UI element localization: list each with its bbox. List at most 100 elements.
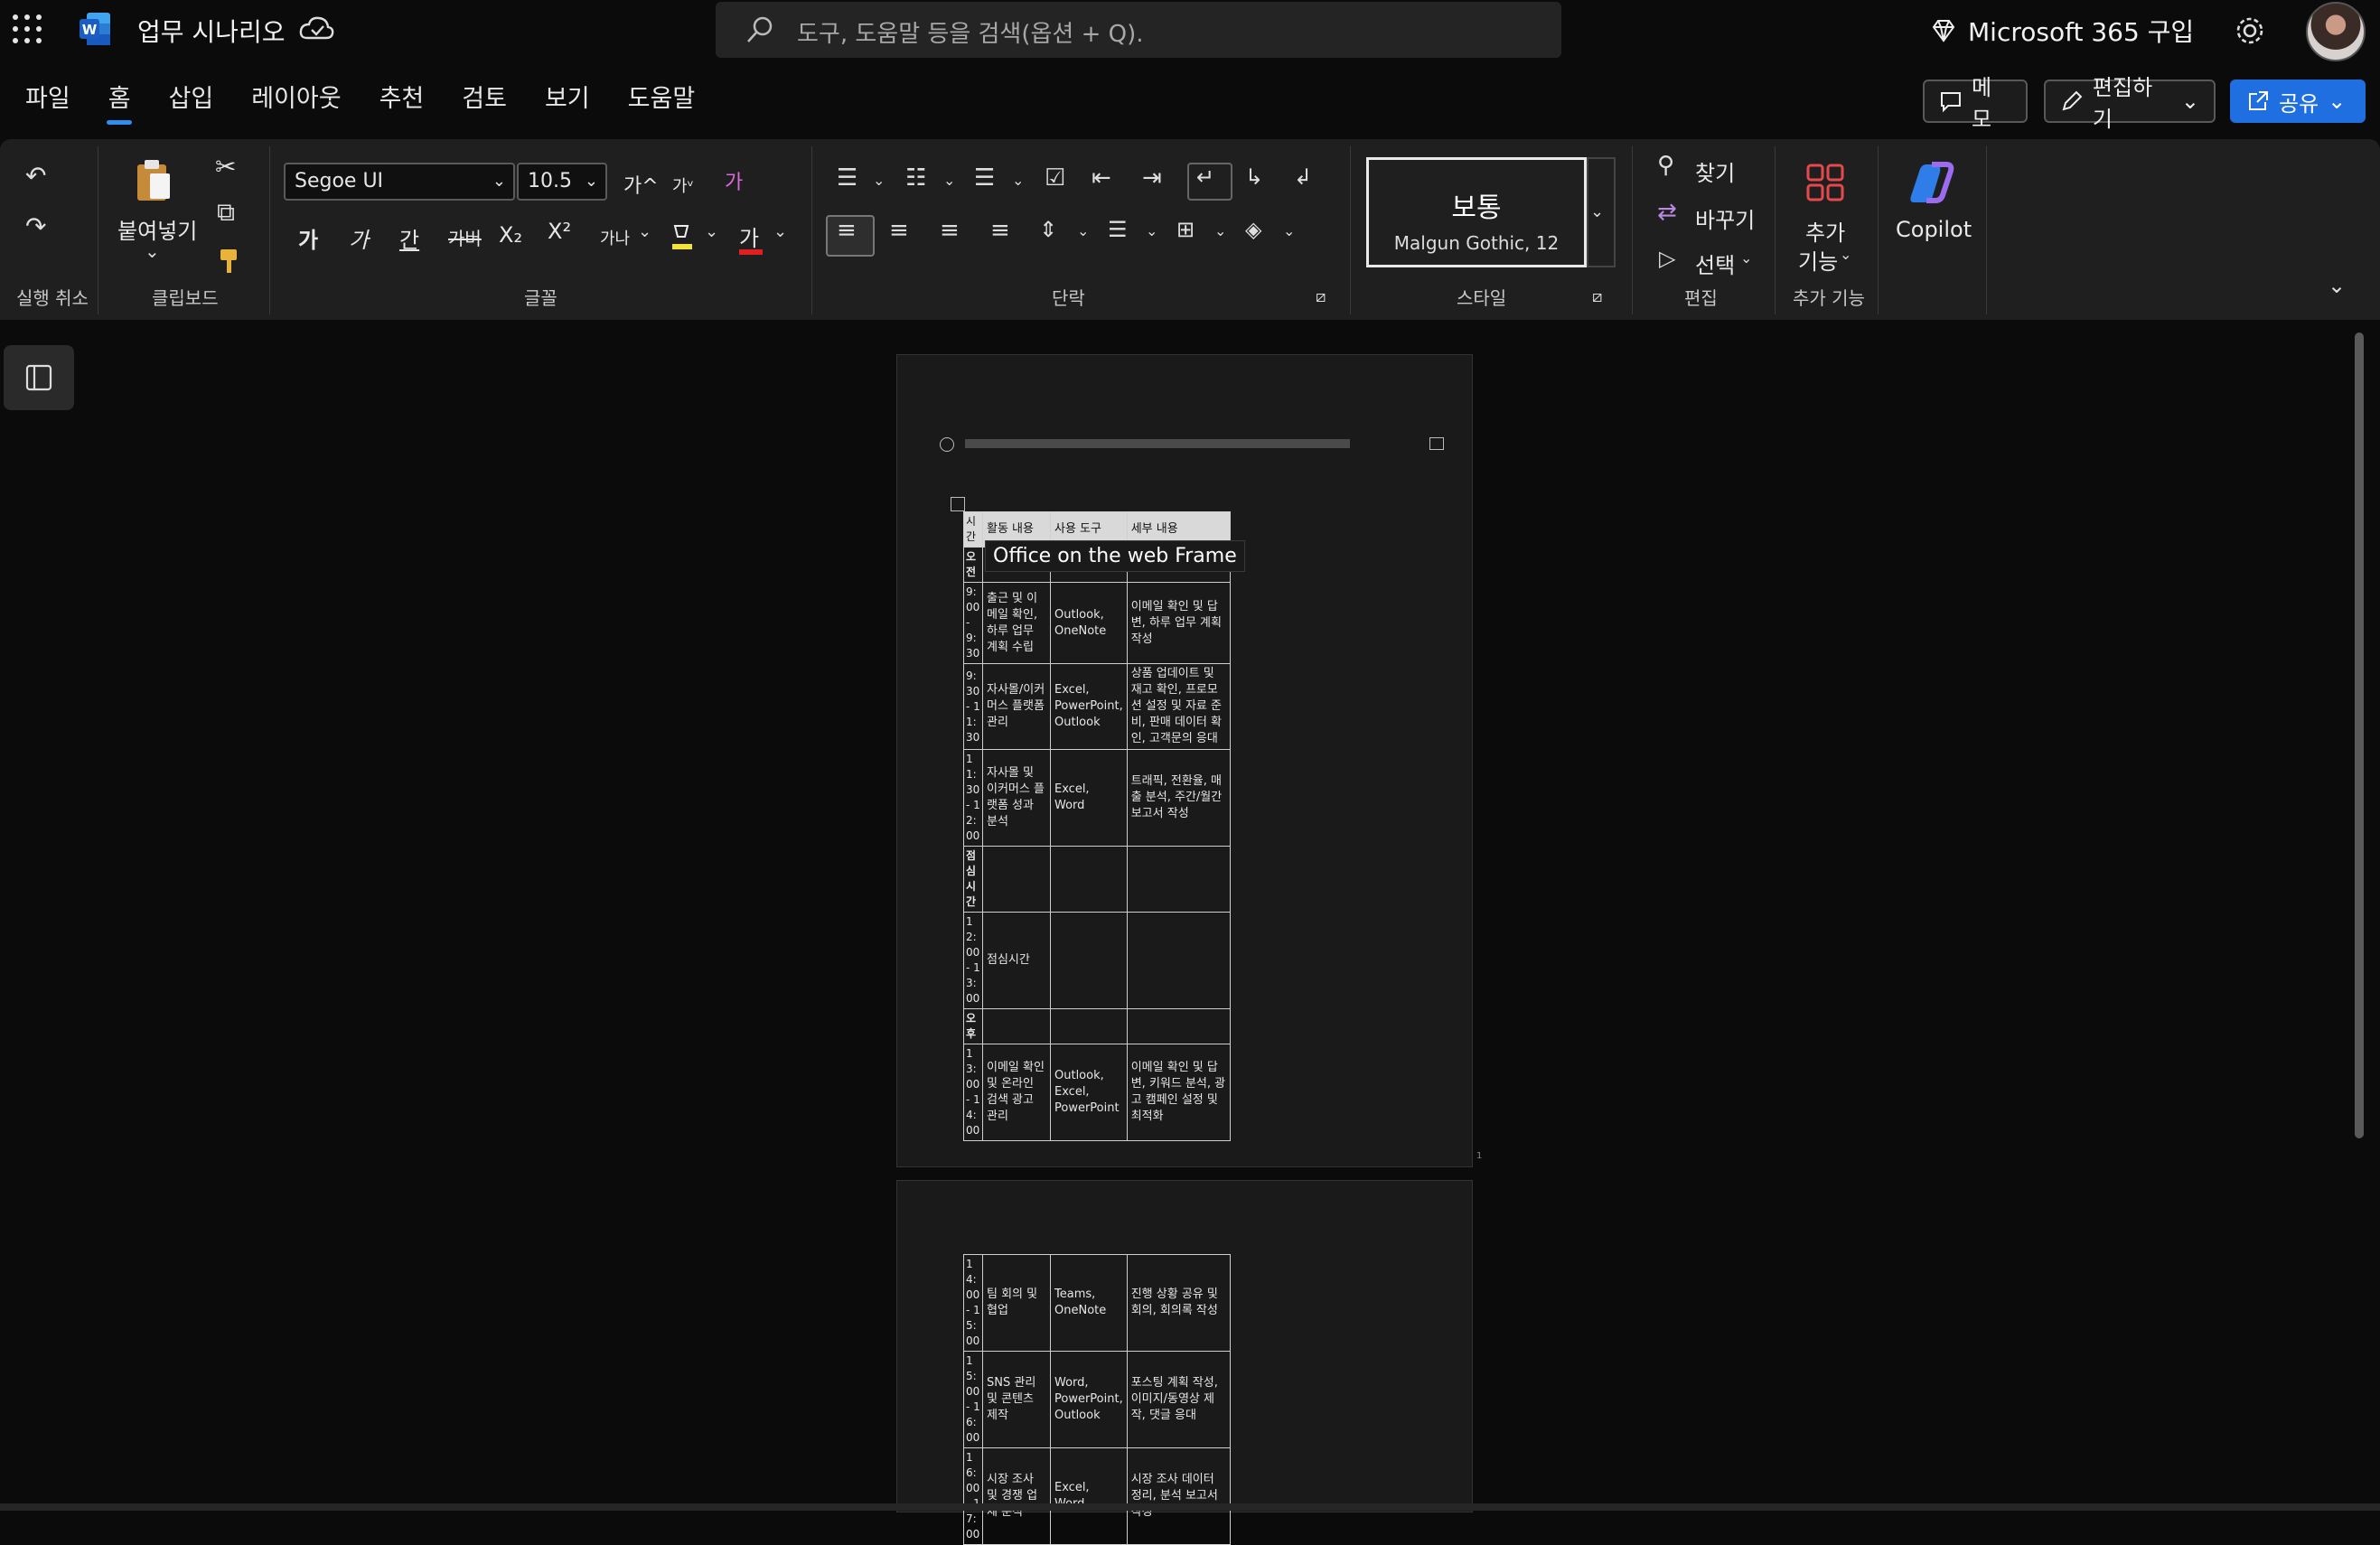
selected-intro-text[interactable] — [965, 439, 1350, 448]
find-icon[interactable]: ⚲ — [1657, 152, 1674, 179]
bold-icon[interactable]: 가 — [298, 222, 318, 254]
shading-icon[interactable]: ◈ — [1245, 217, 1261, 242]
tab-review[interactable]: 검토 — [449, 72, 520, 126]
show-marks-icon[interactable]: ↲ — [1294, 164, 1312, 190]
undo-icon[interactable]: ↶ — [25, 161, 46, 191]
cell-tools: Teams, OneNote — [1050, 1254, 1128, 1352]
italic-icon[interactable]: 가 — [349, 222, 369, 254]
rtl-icon[interactable]: ↳ — [1245, 164, 1263, 190]
superscript-icon[interactable]: X² — [548, 219, 571, 244]
styles-dialog-launcher-icon[interactable]: ⧄ — [1592, 287, 1602, 306]
cell-tools — [1050, 846, 1128, 913]
share-button[interactable]: 공유 ⌄ — [2230, 80, 2366, 123]
app-launcher-icon[interactable] — [13, 14, 43, 45]
document-title[interactable]: 업무 시나리오 — [137, 13, 285, 49]
replace-label[interactable]: 바꾸기 — [1695, 202, 1755, 234]
numbering-icon[interactable]: ☷ — [905, 164, 926, 192]
align-center-icon[interactable]: ≡ — [889, 217, 909, 244]
copilot-label[interactable]: Copilot — [1896, 217, 1972, 242]
highlight-icon[interactable] — [669, 222, 696, 253]
paragraph-spacing-icon[interactable]: ☰ — [1108, 217, 1128, 242]
tab-help[interactable]: 도움말 — [615, 72, 708, 126]
font-size-select[interactable]: 10.5 ⌄ — [517, 163, 607, 201]
borders-icon[interactable]: ⊞ — [1176, 217, 1195, 242]
chevron-down-icon[interactable]: ⌄ — [1283, 222, 1295, 239]
tab-file[interactable]: 파일 — [13, 72, 83, 126]
add-ins-icon[interactable] — [1805, 163, 1845, 202]
format-painter-icon[interactable] — [219, 248, 240, 275]
font-name-select[interactable]: Segoe UI ⌄ — [284, 163, 515, 201]
search-box[interactable]: 도구, 도움말 등을 검색(옵션 + Q). — [716, 2, 1561, 58]
line-spacing-icon[interactable]: ⇕ — [1039, 217, 1057, 242]
copy-icon[interactable]: ⧉ — [217, 197, 235, 228]
vertical-scrollbar[interactable] — [2355, 332, 2364, 1138]
tab-insert[interactable]: 삽입 — [156, 72, 227, 126]
paragraph-dialog-launcher-icon[interactable]: ⧄ — [1316, 287, 1326, 306]
redo-icon[interactable]: ↷ — [25, 211, 46, 241]
underline-icon[interactable]: 간 — [399, 222, 419, 254]
cut-icon[interactable]: ✂ — [215, 152, 236, 182]
table-move-handle-icon[interactable] — [951, 497, 965, 511]
shrink-font-icon[interactable]: 가ᵛ — [672, 173, 694, 197]
tab-view[interactable]: 보기 — [532, 72, 603, 126]
comment-button[interactable]: 메모 — [1923, 75, 2028, 132]
increase-indent-icon[interactable]: ⇥ — [1142, 164, 1162, 192]
copilot-icon[interactable] — [1907, 159, 1955, 206]
paragraph-options-icon[interactable] — [940, 437, 954, 452]
tab-recommend[interactable]: 추천 — [367, 72, 437, 126]
replace-icon[interactable]: ⇄ — [1657, 199, 1677, 226]
tab-home[interactable]: 홈 — [96, 72, 144, 126]
tab-layout[interactable]: 레이아웃 — [239, 72, 353, 126]
justify-icon[interactable]: ≡ — [990, 217, 1010, 244]
buy-m365-button[interactable]: Microsoft 365 구입 — [1930, 13, 2194, 49]
strikethrough-icon[interactable]: 가버 — [448, 224, 482, 250]
table-row: 13:00 - 14:00 이메일 확인 및 온라인 검색 광고 관리 Outloo… — [963, 1044, 1232, 1141]
paste-icon[interactable] — [134, 157, 173, 204]
find-label[interactable]: 찾기 — [1695, 155, 1735, 187]
multilevel-list-icon[interactable]: ☰ — [974, 164, 995, 192]
style-normal-card[interactable]: 보통 Malgun Gothic, 12 — [1366, 157, 1587, 267]
decrease-indent-icon[interactable]: ⇤ — [1092, 164, 1111, 192]
table-row: 9:00 - 9:30 출근 및 이메일 확인, 하루 업무 계획 수립 Outlo… — [963, 582, 1232, 664]
addins-label-1[interactable]: 추가 — [1805, 215, 1845, 247]
chevron-down-icon[interactable]: ⌄ — [943, 172, 955, 189]
chevron-down-icon[interactable]: ⌄ — [1012, 172, 1024, 189]
ribbon-collapse-chevron-icon[interactable]: ⌄ — [2328, 273, 2346, 298]
addins-label-2[interactable]: 기능 — [1798, 244, 1838, 276]
cell-time: 16:00 - 17:00 — [963, 1447, 983, 1545]
word-logo-icon[interactable]: W — [80, 11, 112, 47]
paste-chevron-icon[interactable]: ⌄ — [145, 240, 160, 262]
align-right-icon[interactable]: ≡ — [940, 217, 960, 244]
cell-details: 포스팅 계획 작성, 이미지/동영상 제작, 댓글 응대 — [1126, 1351, 1232, 1448]
chevron-down-icon: ⌄ — [2328, 89, 2347, 114]
select-label[interactable]: 선택 — [1695, 248, 1735, 279]
comment-marker-icon[interactable] — [1429, 437, 1444, 450]
chevron-down-icon[interactable]: ⌄ — [1077, 222, 1089, 239]
settings-gear-icon[interactable] — [2232, 13, 2268, 49]
font-color-icon[interactable]: 가 — [739, 220, 759, 252]
bullets-icon[interactable]: ☰ — [837, 164, 857, 192]
user-avatar[interactable] — [2306, 2, 2366, 61]
checklist-icon[interactable]: ☑ — [1045, 164, 1065, 192]
clear-formatting-icon[interactable]: 가 — [725, 166, 743, 195]
chevron-down-icon[interactable]: ⌄ — [773, 222, 787, 241]
chevron-down-icon[interactable]: ⌄ — [873, 172, 885, 189]
chevron-down-icon[interactable]: ⌄ — [1840, 246, 1851, 263]
chevron-down-icon[interactable]: ⌄ — [705, 222, 718, 241]
navigation-pane-button[interactable] — [4, 345, 74, 410]
cell-activity: 시장 조사 및 경쟁 업체 분석 — [982, 1447, 1051, 1545]
chevron-down-icon[interactable]: ⌄ — [638, 222, 651, 241]
chevron-down-icon[interactable]: ⌄ — [1214, 222, 1226, 239]
cell-time: 9:00 - 9:30 — [963, 582, 983, 664]
editing-mode-label: 편집하기 — [2092, 75, 2153, 132]
style-font: Malgun Gothic, 12 — [1393, 232, 1560, 254]
chevron-down-icon[interactable]: ⌄ — [1146, 222, 1157, 239]
cell-time: 12:00 - 13:00 — [963, 912, 983, 1009]
editing-mode-button[interactable]: 편집하기 ⌄ — [2044, 75, 2216, 132]
select-cursor-icon[interactable]: ▷ — [1659, 246, 1675, 271]
grow-font-icon[interactable]: 가^ — [623, 170, 659, 199]
cloud-saved-icon[interactable] — [298, 13, 334, 45]
subscript-icon[interactable]: X₂ — [499, 222, 522, 248]
chevron-down-icon[interactable]: ⌄ — [1740, 249, 1752, 267]
change-case-icon[interactable]: 가나 — [600, 226, 630, 249]
